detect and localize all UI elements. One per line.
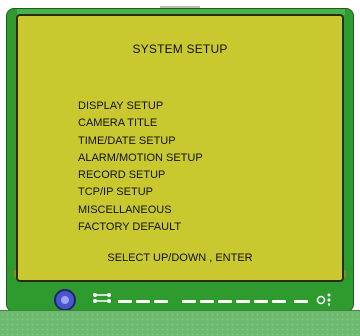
panel-button-3[interactable] — [154, 300, 168, 303]
dvr-device: SYSTEM SETUP DISPLAY SETUP CAMERA TITLE … — [0, 0, 360, 336]
menu-item-factory-default[interactable]: FACTORY DEFAULT — [78, 219, 203, 236]
menu-item-tcp-ip-setup[interactable]: TCP/IP SETUP — [78, 184, 203, 201]
menu-title: SYSTEM SETUP — [132, 42, 228, 56]
panel-button-8[interactable] — [254, 300, 268, 303]
panel-button-10[interactable] — [294, 300, 308, 303]
menu-item-time-date-setup[interactable]: TIME/DATE SETUP — [78, 133, 203, 150]
menu-item-record-setup[interactable]: RECORD SETUP — [78, 167, 203, 184]
power-icon[interactable] — [316, 292, 332, 309]
connector-icon — [92, 292, 112, 307]
panel-button-7[interactable] — [236, 300, 250, 303]
navigation-hint: SELECT UP/DOWN , ENTER — [107, 252, 253, 264]
menu-item-camera-title[interactable]: CAMERA TITLE — [78, 115, 203, 132]
device-base-texture — [0, 312, 360, 336]
osd-screen: SYSTEM SETUP DISPLAY SETUP CAMERA TITLE … — [16, 14, 344, 282]
setup-menu-list: DISPLAY SETUP CAMERA TITLE TIME/DATE SET… — [78, 98, 203, 236]
panel-button-1[interactable] — [118, 300, 132, 303]
panel-button-5[interactable] — [200, 300, 214, 303]
power-icon-svg — [316, 293, 331, 306]
menu-item-alarm-motion-setup[interactable]: ALARM/MOTION SETUP — [78, 150, 203, 167]
panel-button-6[interactable] — [218, 300, 232, 303]
menu-item-display-setup[interactable]: DISPLAY SETUP — [78, 98, 203, 115]
connector-icon-svg — [93, 293, 111, 303]
menu-item-miscellaneous[interactable]: MISCELLANEOUS — [78, 202, 203, 219]
directional-pad-center[interactable] — [61, 296, 69, 304]
directional-pad-icon[interactable] — [54, 289, 76, 311]
panel-button-4[interactable] — [182, 300, 196, 303]
panel-button-9[interactable] — [272, 300, 286, 303]
panel-button-2[interactable] — [136, 300, 150, 303]
